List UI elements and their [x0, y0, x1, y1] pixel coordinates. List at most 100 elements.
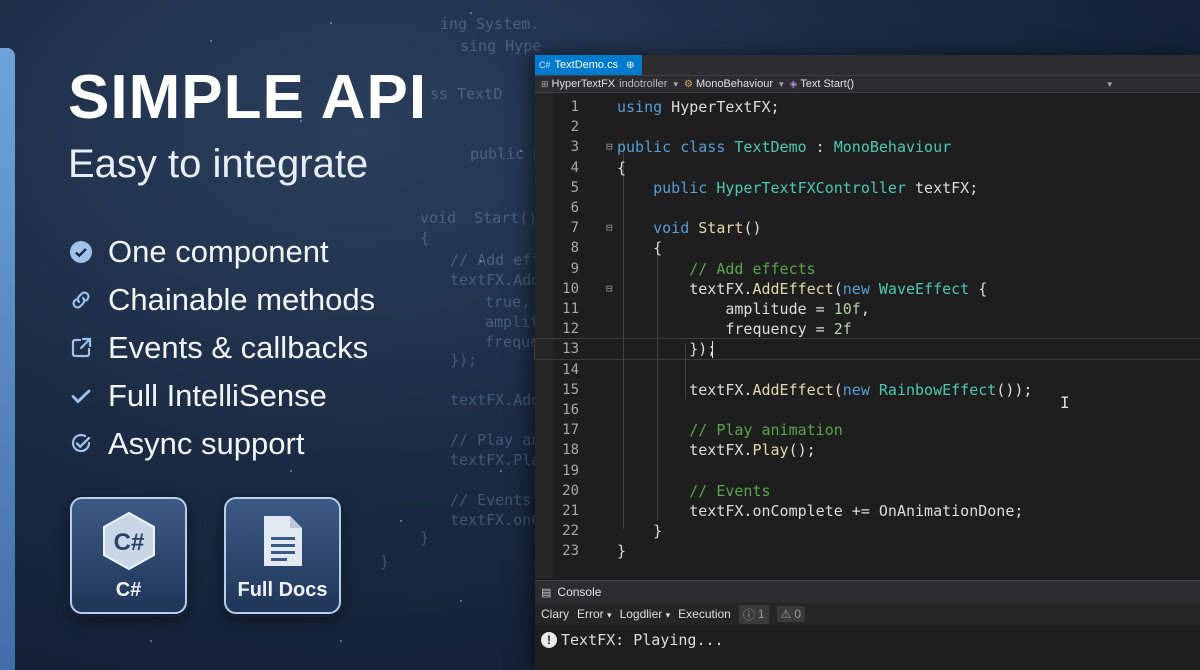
hero-subtitle: Easy to integrate [68, 142, 369, 186]
line-number: 15 [562, 381, 579, 398]
line-number: 6 [570, 200, 579, 216]
code-text: } [617, 522, 663, 541]
feature-label: One component [108, 234, 329, 269]
line-number: 1 [570, 99, 579, 115]
background-code-line: { [420, 229, 430, 247]
background-code-line: // Play ani [450, 431, 540, 449]
code-line[interactable]: 1 using HyperTextFX; [535, 97, 1200, 117]
code-text: } [617, 542, 627, 561]
nav-project[interactable]: ⊞ HyperTextFX indotroller [541, 78, 667, 90]
collapse-icon[interactable]: ⊟ [606, 218, 613, 238]
line-number: 14 [562, 361, 579, 378]
line-number: 16 [562, 402, 579, 418]
star [150, 640, 152, 642]
code-line[interactable]: 8 { [535, 238, 1200, 258]
error-filter-dropdown[interactable]: Error ▾ [577, 607, 612, 621]
line-number: 7 [570, 220, 579, 237]
link-icon [68, 287, 94, 313]
warning-count-toggle[interactable]: ⚠ 0 [776, 606, 805, 622]
line-number: 4 [570, 159, 579, 176]
code-text: public HyperTextFXController textFX; [653, 178, 979, 197]
feature-item: Async support [68, 420, 375, 468]
clear-button[interactable]: Clary [541, 607, 569, 621]
star [210, 40, 212, 42]
background-code-line: ing System.V; [440, 15, 540, 33]
code-editor[interactable]: I 1 using HyperTextFX; 2 3 ⊟ public class Tex… [534, 93, 1200, 578]
full-docs-badge[interactable]: Full Docs [224, 497, 341, 614]
code-line[interactable]: 16 [535, 400, 1200, 420]
line-number: 3 [570, 139, 579, 156]
background-code-line: textFX.AddE [450, 391, 540, 409]
tab-textdemo[interactable]: C# TextDemo.cs ⊕ [535, 55, 643, 75]
code-line[interactable]: 22 } [535, 521, 1200, 541]
log-filter-dropdown[interactable]: Logdlier ▾ [620, 607, 671, 621]
chevron-down-icon[interactable]: ▾ [779, 79, 784, 90]
line-number: 17 [562, 422, 579, 439]
code-text: using HyperTextFX; [617, 98, 780, 116]
info-icon: ⓘ [742, 607, 755, 622]
text-caret [712, 341, 713, 359]
code-text: public class TextDemo : MonoBehaviour [617, 138, 952, 157]
feature-label: Events & callbacks [108, 330, 369, 365]
collapse-icon[interactable]: ⊟ [606, 137, 613, 157]
execution-button[interactable]: Execution [678, 607, 731, 621]
code-text: // Play animation [689, 421, 843, 440]
nav-member[interactable]: ◈ Text Start() [790, 78, 855, 90]
code-line[interactable]: 17 // Play animation [535, 420, 1200, 440]
code-line[interactable]: 23} [535, 541, 1200, 561]
code-line[interactable]: 12 frequency = 2f [535, 319, 1200, 339]
accent-bar [0, 48, 15, 670]
code-line[interactable]: 3 ⊟ public class TextDemo : MonoBehaviour [535, 137, 1200, 157]
alert-icon: ! [541, 632, 557, 648]
line-number: 23 [562, 543, 579, 560]
background-code-line: textFX.Play( [450, 451, 540, 469]
code-line[interactable]: 6 [535, 198, 1200, 218]
code-line[interactable]: 18 textFX.Play(); [535, 440, 1200, 460]
background-code-line: amplitu [485, 313, 540, 331]
background-code-line: sing HyperTextFX; [460, 37, 540, 55]
collapse-icon[interactable]: ⊟ [606, 279, 613, 299]
class-icon: ⚙ [683, 78, 693, 90]
info-count-toggle[interactable]: ⓘ 1 [738, 604, 769, 624]
code-line[interactable]: 2 [535, 117, 1200, 137]
code-line[interactable]: 5 public HyperTextFXController textFX; [535, 178, 1200, 198]
code-line[interactable]: 9 // Add effects [535, 259, 1200, 279]
code-line[interactable]: 4{ [535, 158, 1200, 178]
background-code-line: } [420, 529, 430, 547]
code-text: amplitude = 10f, [617, 300, 870, 318]
nav-class[interactable]: ⚙ MonoBehaviour [684, 78, 773, 90]
chevron-down-icon: ▾ [665, 610, 671, 620]
csharp-badge[interactable]: C# C# [70, 497, 187, 614]
feature-label: Full IntelliSense [108, 378, 327, 413]
line-number: 18 [562, 442, 579, 459]
code-line[interactable]: 13 }); [534, 338, 1200, 361]
code-line[interactable]: 19 [535, 461, 1200, 481]
code-line[interactable]: 20 // Events [535, 481, 1200, 501]
code-text: textFX.AddEffect(new WaveEffect { [617, 279, 988, 298]
chevron-down-icon[interactable]: ▾ [673, 79, 678, 90]
line-number: 11 [562, 301, 579, 317]
external-link-icon [68, 335, 94, 361]
feature-item: Chainable methods [68, 276, 375, 324]
ide-window: C# TextDemo.cs ⊕ ⊞ HyperTextFX indotroll… [534, 55, 1200, 670]
code-text: frequency = 2f [617, 320, 852, 339]
line-number: 8 [570, 240, 579, 257]
feature-item: Events & callbacks [68, 324, 375, 372]
code-line[interactable]: 7 ⊟ void Start() [535, 218, 1200, 238]
code-line[interactable]: 15 textFX.AddEffect(new RainbowEffect())… [535, 380, 1200, 400]
feature-item: Full IntelliSense [68, 372, 375, 420]
code-line[interactable]: 10 ⊟ textFX.AddEffect(new WaveEffect { [535, 279, 1200, 299]
pin-icon[interactable]: ⊕ [626, 60, 634, 71]
feature-label: Chainable methods [108, 282, 376, 317]
code-line[interactable]: 14 [535, 360, 1200, 380]
check-circle-outline-icon [68, 431, 94, 457]
console-message[interactable]: ! TextFX: Playing... [535, 625, 1200, 655]
code-line[interactable]: 21 textFX.onComplete += OnAnimationDone; [535, 501, 1200, 521]
console-toolbar: Clary Error ▾ Logdlier ▾ Execution ⓘ 1 ⚠ 0 [535, 603, 1200, 625]
background-code-line: frequen [485, 333, 540, 351]
tab-console[interactable]: ▤ Console [535, 581, 1200, 603]
feature-label: Async support [108, 426, 305, 461]
member-dropdown-icon[interactable]: ▾ [1107, 79, 1112, 90]
code-line[interactable]: 11 amplitude = 10f, [535, 299, 1200, 319]
star [340, 640, 342, 642]
